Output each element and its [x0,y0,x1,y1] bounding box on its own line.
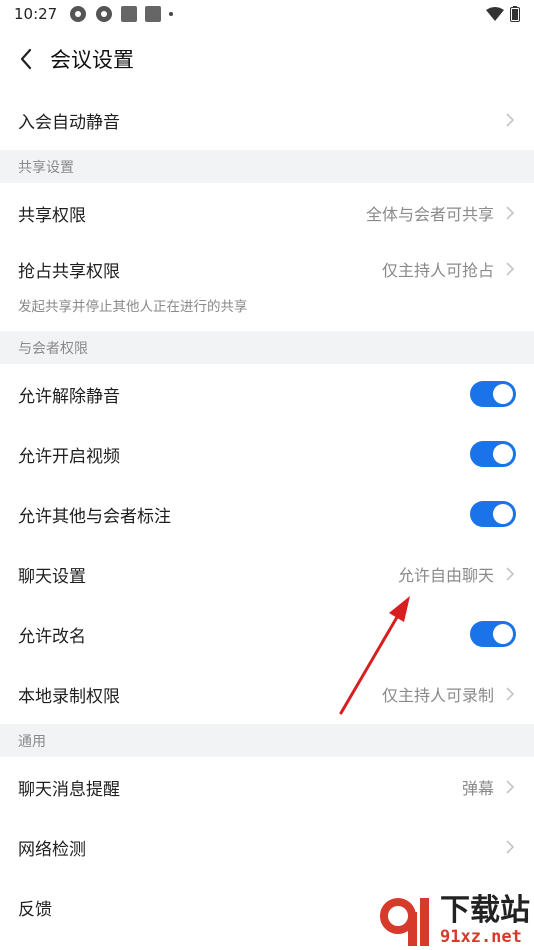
wifi-icon [486,7,504,21]
chevron-right-icon [504,838,516,856]
allow-annotate-row: 允许其他与会者标注 [0,484,534,544]
section-header-general: 通用 [0,724,534,757]
chat-settings-value: 允许自由聊天 [397,566,494,585]
allow-rename-row: 允许改名 [0,604,534,664]
chat-reminder-row[interactable]: 聊天消息提醒 弹幕 [0,757,534,817]
grab-share-row[interactable]: 抢占共享权限 仅主持人可抢占 [0,243,534,295]
allow-annotate-label: 允许其他与会者标注 [18,506,171,527]
share-permission-row[interactable]: 共享权限 全体与会者可共享 [0,183,534,243]
chat-settings-label: 聊天设置 [18,566,86,587]
share-permission-value: 全体与会者可共享 [365,205,494,224]
pinwheel-icon [96,6,113,22]
auto-mute-row[interactable]: 入会自动静音 [0,90,534,150]
share-permission-label: 共享权限 [18,205,86,226]
watermark-domain: 91xz.net [440,927,522,947]
watermark-title: 下载站 [440,893,530,928]
network-check-label: 网络检测 [18,839,86,860]
chevron-right-icon [504,685,516,703]
back-icon[interactable] [14,47,38,71]
toggle-knob [493,384,513,404]
allow-unmute-row: 允许解除静音 [0,364,534,424]
chevron-right-icon [504,111,516,129]
local-record-value: 仅主持人可录制 [381,686,494,705]
grab-share-value: 仅主持人可抢占 [381,261,494,280]
status-time: 10:27 [14,5,58,23]
grab-share-hint: 发起共享并停止其他人正在进行的共享 [18,299,248,315]
status-bar: 10:27 [0,0,534,28]
local-record-label: 本地录制权限 [18,686,120,707]
more-notifications-icon [169,12,174,16]
allow-unmute-label: 允许解除静音 [18,386,120,407]
app-notification-icon [145,6,162,22]
toggle-knob [493,504,513,524]
notification-icons [69,5,174,23]
auto-mute-label: 入会自动静音 [18,112,120,133]
allow-rename-toggle[interactable] [470,621,516,647]
toggle-knob [493,444,513,464]
battery-icon [510,6,520,22]
allow-annotate-toggle[interactable] [470,501,516,527]
watermark: 下载站 91xz.net [376,894,530,948]
allow-video-label: 允许开启视频 [18,446,120,467]
section-header-participant: 与会者权限 [0,331,534,364]
grab-share-label: 抢占共享权限 [18,261,120,282]
pinwheel-icon [70,6,87,22]
app-notification-icon [121,6,138,22]
network-check-row[interactable]: 网络检测 [0,817,534,877]
chat-reminder-label: 聊天消息提醒 [18,779,120,800]
chevron-right-icon [504,204,516,222]
local-record-row[interactable]: 本地录制权限 仅主持人可录制 [0,664,534,724]
chat-settings-row[interactable]: 聊天设置 允许自由聊天 [0,544,534,604]
allow-unmute-toggle[interactable] [470,381,516,407]
watermark-logo [380,898,429,946]
page-title: 会议设置 [50,48,134,72]
chat-reminder-value: 弹幕 [461,779,494,798]
chevron-right-icon [504,565,516,583]
chevron-right-icon [504,778,516,796]
allow-video-row: 允许开启视频 [0,424,534,484]
allow-video-toggle[interactable] [470,441,516,467]
chevron-right-icon [504,260,516,278]
nav-bar: 会议设置 [0,28,534,90]
toggle-knob [493,624,513,644]
section-header-share: 共享设置 [0,150,534,183]
allow-rename-label: 允许改名 [18,626,86,647]
